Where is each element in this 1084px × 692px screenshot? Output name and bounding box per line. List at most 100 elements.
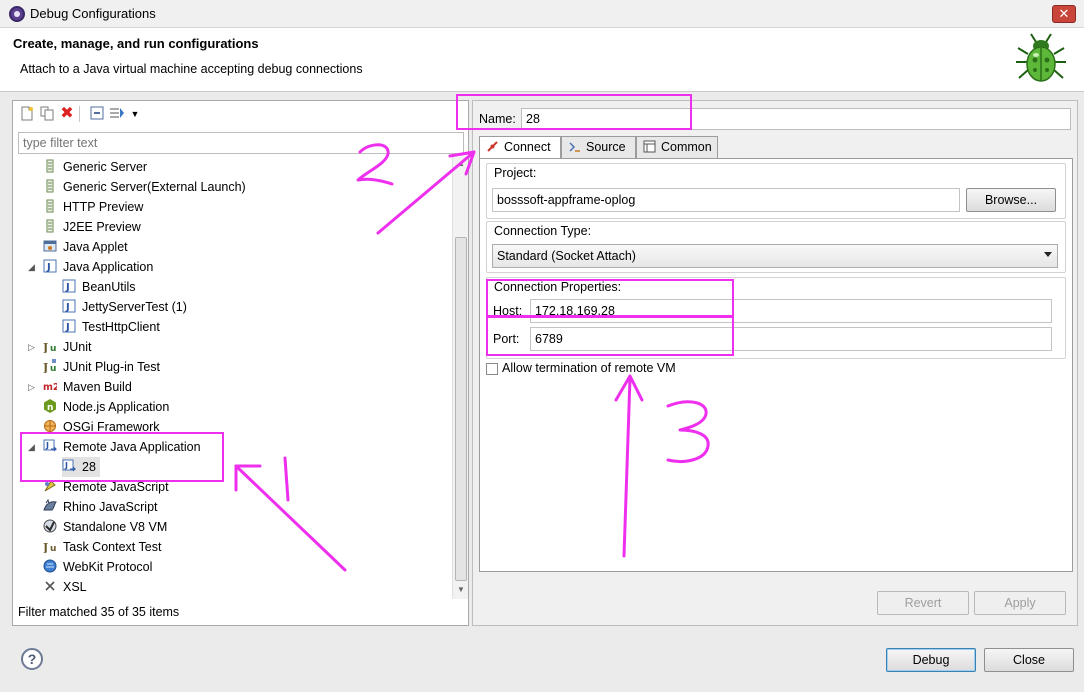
task-test-icon: Ju bbox=[43, 541, 56, 553]
help-icon[interactable]: ? bbox=[21, 648, 43, 670]
window-close-button[interactable]: ✕ bbox=[1052, 5, 1076, 23]
debug-button[interactable]: Debug bbox=[886, 648, 976, 672]
tree-scrollbar[interactable]: ▲ ▼ bbox=[452, 157, 468, 599]
window-title: Debug Configurations bbox=[30, 6, 156, 21]
configuration-tree: Generic Server Generic Server(External L… bbox=[13, 157, 451, 597]
server-icon bbox=[46, 219, 54, 233]
svg-text:m2: m2 bbox=[43, 382, 57, 393]
configuration-editor-panel: Name: 28 Connect Source Common Project: … bbox=[472, 100, 1078, 626]
tree-item-junit[interactable]: Ju JUnit bbox=[43, 337, 91, 357]
delete-config-icon[interactable]: ✖ bbox=[59, 106, 75, 122]
java-app-icon: J bbox=[43, 259, 57, 273]
configuration-tree-panel: ✖ ▼ Generic Server Generic Server(Extern… bbox=[12, 100, 469, 626]
connection-type-select[interactable]: Standard (Socket Attach) bbox=[492, 244, 1058, 268]
source-icon bbox=[569, 142, 580, 152]
tree-item-webkit-protocol[interactable]: WebKit Protocol bbox=[43, 557, 152, 577]
svg-text:J: J bbox=[65, 302, 70, 313]
v8-icon bbox=[43, 519, 57, 533]
svg-text:J: J bbox=[43, 541, 48, 553]
tree-item-j2ee-preview[interactable]: J2EE Preview bbox=[43, 217, 141, 237]
banner-heading: Create, manage, and run configurations bbox=[13, 36, 259, 51]
tree-item-maven-build[interactable]: m2 Maven Build bbox=[43, 377, 132, 397]
annotation-box-host bbox=[486, 279, 734, 317]
connect-icon bbox=[487, 141, 498, 152]
scroll-up-arrow-icon[interactable]: ▲ bbox=[457, 159, 465, 168]
xsl-icon bbox=[45, 581, 55, 591]
webkit-icon bbox=[43, 559, 57, 573]
collapse-all-icon[interactable] bbox=[89, 106, 105, 122]
tab-connect[interactable]: Connect bbox=[479, 136, 561, 159]
banner-subtitle: Attach to a Java virtual machine accepti… bbox=[20, 62, 363, 76]
svg-text:u: u bbox=[50, 544, 56, 553]
tree-item-junit-plugin-test[interactable]: Ju JUnit Plug-in Test bbox=[43, 357, 160, 377]
osgi-icon bbox=[44, 420, 56, 432]
common-icon bbox=[643, 140, 656, 153]
svg-text:u: u bbox=[50, 364, 56, 373]
applet-icon bbox=[43, 240, 57, 252]
collapse-arrow-icon[interactable]: ▷ bbox=[28, 377, 35, 397]
new-config-icon[interactable] bbox=[19, 106, 35, 122]
tree-item-java-applet[interactable]: Java Applet bbox=[43, 237, 128, 257]
maven-icon: m2 bbox=[43, 382, 57, 393]
scroll-down-arrow-icon[interactable]: ▼ bbox=[457, 585, 465, 594]
java-app-icon: J bbox=[62, 319, 76, 333]
toolbar-dropdown-icon[interactable]: ▼ bbox=[127, 106, 143, 122]
filter-config-icon[interactable] bbox=[109, 106, 125, 122]
java-app-icon: J bbox=[62, 299, 76, 313]
project-label: Project: bbox=[494, 166, 537, 180]
annotation-box-port bbox=[486, 316, 734, 356]
tree-item-task-context-test[interactable]: Ju Task Context Test bbox=[43, 537, 161, 557]
tree-item-java-application[interactable]: J Java Application bbox=[43, 257, 153, 277]
svg-text:J: J bbox=[65, 322, 70, 333]
svg-text:J: J bbox=[43, 341, 48, 353]
collapse-arrow-icon[interactable]: ▷ bbox=[28, 337, 35, 357]
tree-item-generic-server[interactable]: Generic Server bbox=[43, 157, 147, 177]
allow-termination-checkbox[interactable] bbox=[486, 363, 498, 375]
tab-source[interactable]: Source bbox=[561, 136, 636, 158]
expand-arrow-icon[interactable]: ◢ bbox=[28, 257, 35, 277]
project-input[interactable]: bosssoft-appframe-oplog bbox=[492, 188, 960, 212]
svg-text:n: n bbox=[47, 403, 53, 413]
svg-text:u: u bbox=[50, 344, 56, 353]
tree-item-jettyservertest[interactable]: J JettyServerTest (1) bbox=[62, 297, 187, 317]
tree-item-xsl[interactable]: XSL bbox=[43, 577, 87, 597]
debug-app-icon bbox=[9, 6, 25, 22]
svg-text:J: J bbox=[65, 282, 70, 293]
duplicate-config-icon[interactable] bbox=[39, 106, 55, 122]
tree-item-beanutils[interactable]: J BeanUtils bbox=[62, 277, 136, 297]
scrollbar-thumb[interactable] bbox=[455, 237, 467, 581]
nodejs-icon: n bbox=[44, 399, 56, 413]
java-app-icon: J bbox=[62, 279, 76, 293]
tree-toolbar: ✖ ▼ bbox=[17, 104, 217, 126]
close-button[interactable]: Close bbox=[984, 648, 1074, 672]
tree-item-rhino-javascript[interactable]: Rhino JavaScript bbox=[43, 497, 158, 517]
filter-input[interactable] bbox=[18, 132, 464, 154]
annotation-box-remote-java bbox=[20, 432, 224, 482]
tree-item-generic-server-external[interactable]: Generic Server(External Launch) bbox=[43, 177, 246, 197]
tree-item-http-preview[interactable]: HTTP Preview bbox=[43, 197, 143, 217]
server-icon bbox=[46, 159, 54, 173]
annotation-box-name bbox=[456, 94, 692, 130]
tab-common[interactable]: Common bbox=[636, 136, 718, 158]
server-icon bbox=[46, 199, 54, 213]
junit-icon: Ju bbox=[43, 341, 56, 353]
chevron-down-icon bbox=[1044, 252, 1052, 257]
header-banner: Create, manage, and run configurations A… bbox=[0, 28, 1084, 92]
apply-button[interactable]: Apply bbox=[974, 591, 1066, 615]
tree-item-nodejs-application[interactable]: n Node.js Application bbox=[43, 397, 169, 417]
tree-item-testhttpclient[interactable]: J TestHttpClient bbox=[62, 317, 160, 337]
title-bar: Debug Configurations ✕ bbox=[0, 0, 1084, 28]
tree-item-standalone-v8-vm[interactable]: Standalone V8 VM bbox=[43, 517, 167, 537]
junit-plugin-icon: Ju bbox=[43, 359, 56, 373]
filter-status-text: Filter matched 35 of 35 items bbox=[18, 605, 180, 619]
svg-text:J: J bbox=[46, 262, 51, 273]
config-tabs: Connect Source Common bbox=[479, 136, 1073, 159]
allow-termination-label: Allow termination of remote VM bbox=[502, 361, 676, 375]
rhino-icon bbox=[43, 499, 57, 511]
bug-icon bbox=[1016, 33, 1066, 82]
revert-button[interactable]: Revert bbox=[877, 591, 969, 615]
browse-button[interactable]: Browse... bbox=[966, 188, 1056, 212]
toolbar-separator bbox=[79, 106, 80, 122]
server-icon bbox=[46, 179, 54, 193]
connect-tab-content: Project: bosssoft-appframe-oplog Browse.… bbox=[479, 158, 1073, 572]
